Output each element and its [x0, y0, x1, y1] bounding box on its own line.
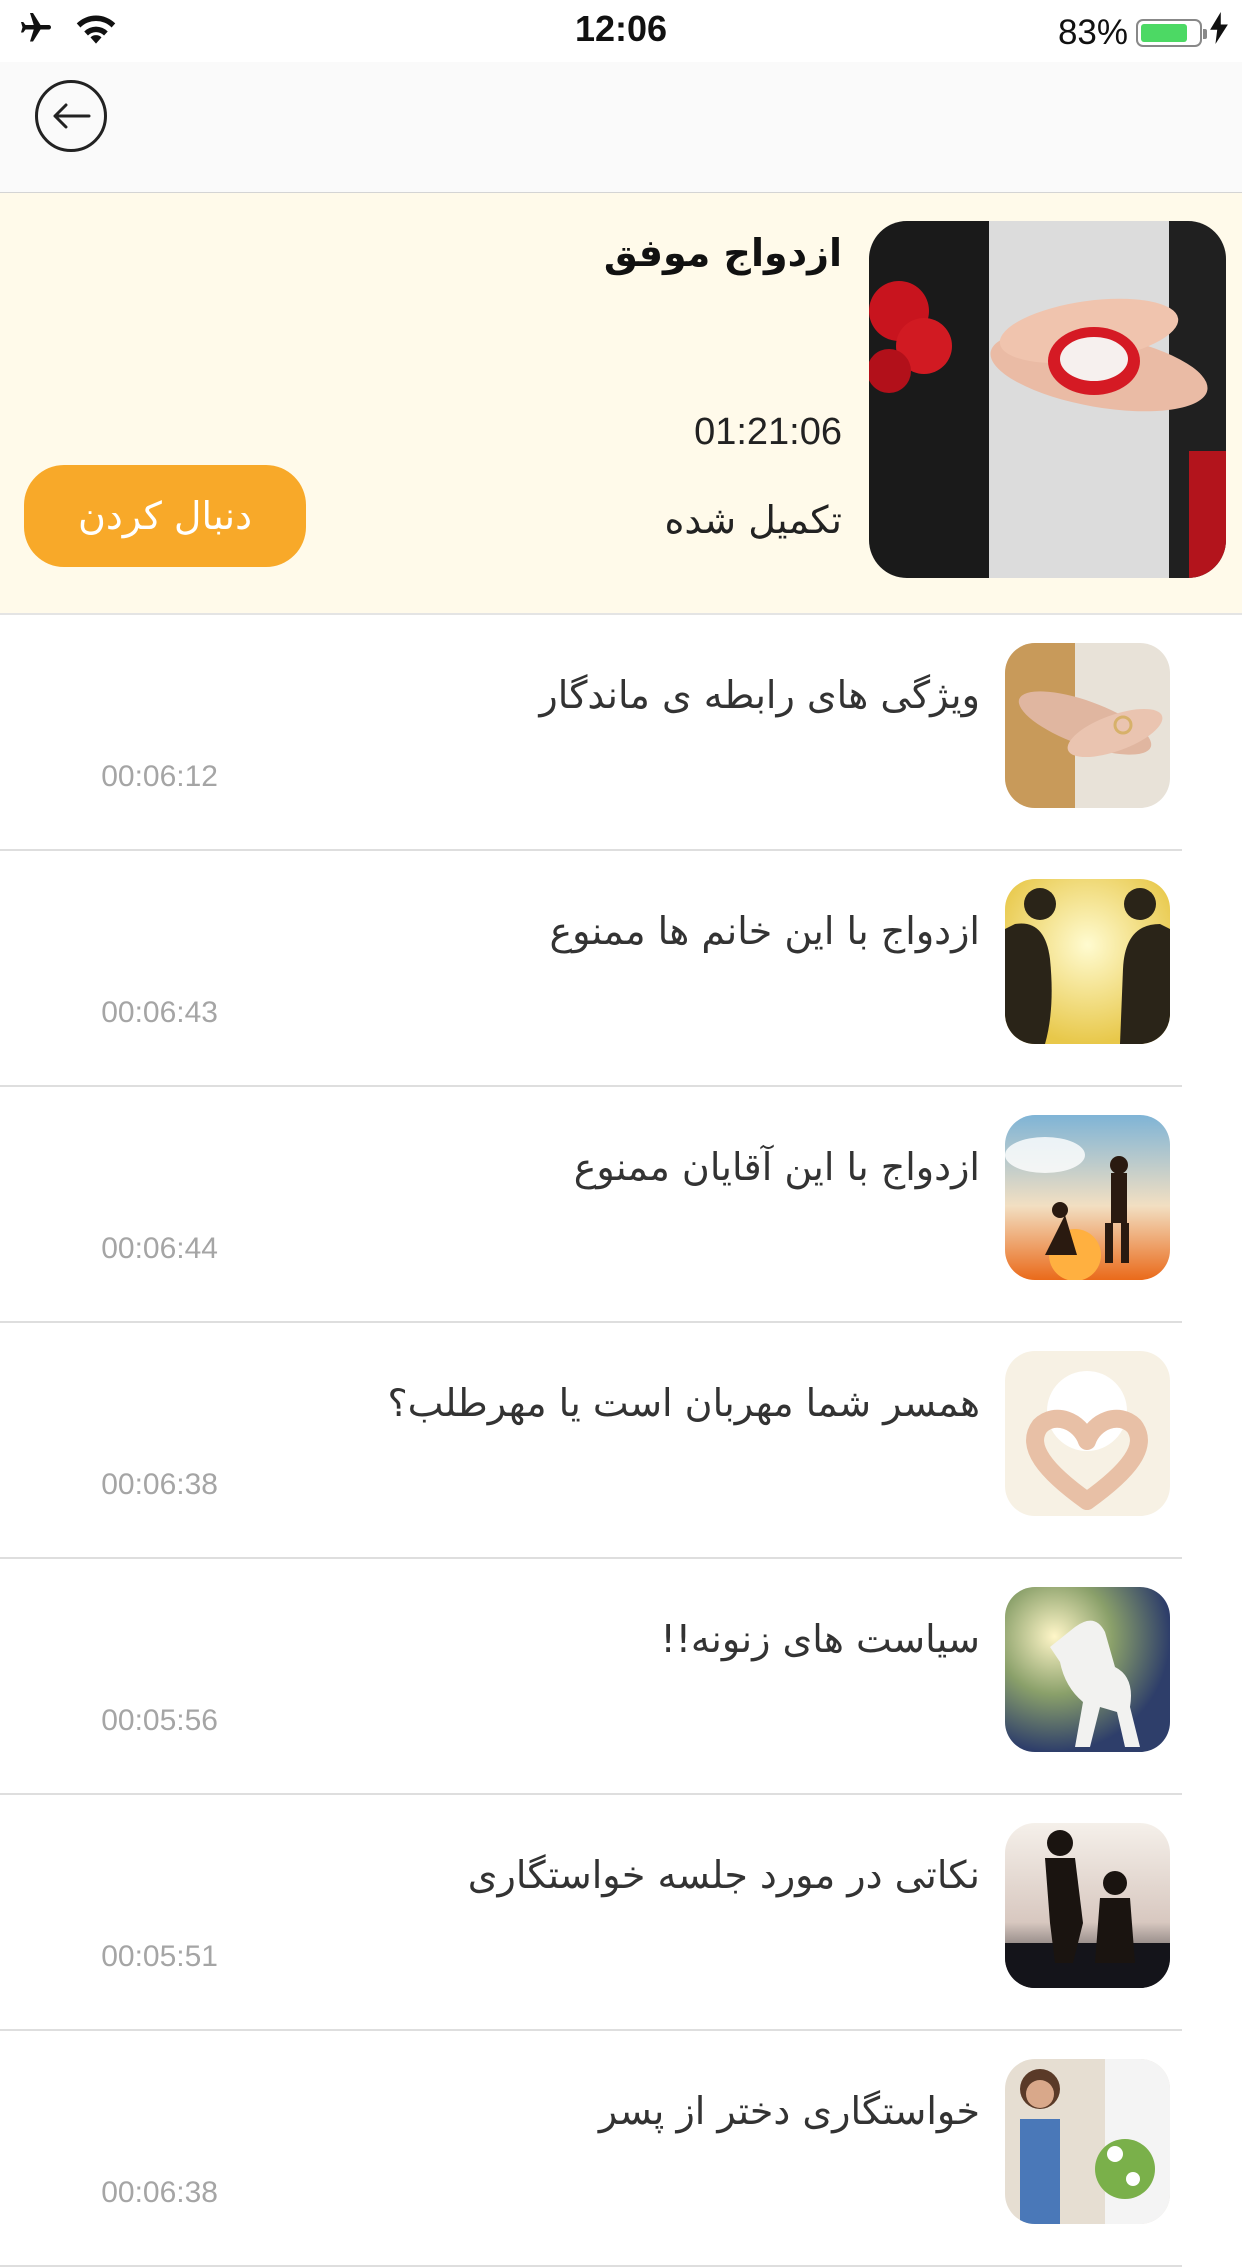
course-title: ازدواج موفق [603, 231, 842, 275]
battery-percent: 83% [1057, 12, 1128, 52]
course-status: تکمیل شده [664, 498, 842, 542]
back-button[interactable] [35, 80, 107, 152]
episode-thumbnail [1005, 1115, 1170, 1280]
episode-title: سیاست های زنونه!! [660, 1617, 980, 1661]
list-item[interactable]: خواستگاری دختر از پسر 00:06:38 [0, 2031, 1242, 2267]
list-item[interactable]: همسر شما مهربان است یا مهرطلب؟ 00:06:38 [0, 1323, 1242, 1559]
episode-duration: 00:05:56 [101, 1704, 218, 1737]
episode-thumbnail [1005, 2059, 1170, 2224]
episode-duration: 00:06:43 [101, 996, 218, 1029]
status-time: 12:06 [574, 8, 668, 49]
course-header: ازدواج موفق 01:21:06 تکمیل شده دنبال کرد… [0, 193, 1242, 615]
episode-duration: 00:06:38 [101, 1468, 218, 1501]
episode-title: نکاتی در مورد جلسه خواستگاری [467, 1853, 980, 1897]
episode-title: همسر شما مهربان است یا مهرطلب؟ [387, 1381, 980, 1425]
episode-title: ازدواج با این آقایان ممنوع [573, 1145, 980, 1189]
episode-thumbnail [1005, 1351, 1170, 1516]
episode-list: ویژگی های رابطه ی ماندگار 00:06:12 ازدوا… [0, 615, 1242, 2267]
charging-bolt-icon [1210, 12, 1228, 53]
episode-title: ازدواج با این خانم ها ممنوع [549, 909, 980, 953]
status-right: 83% [1058, 12, 1228, 53]
episode-title: خواستگاری دختر از پسر [598, 2089, 980, 2133]
battery-fill [1141, 23, 1187, 42]
nav-bar [0, 62, 1242, 194]
list-item[interactable]: سیاست های زنونه!! 00:05:56 [0, 1559, 1242, 1795]
battery-icon [1136, 18, 1207, 47]
list-item[interactable]: نکاتی در مورد جلسه خواستگاری 00:05:51 [0, 1795, 1242, 2031]
episode-title: ویژگی های رابطه ی ماندگار [539, 673, 980, 717]
episode-thumbnail [1005, 1823, 1170, 1988]
list-item[interactable]: ازدواج با این آقایان ممنوع 00:06:44 [0, 1087, 1242, 1323]
course-cover-image [869, 221, 1226, 578]
status-bar: 12:06 83% [0, 0, 1242, 62]
follow-button[interactable]: دنبال کردن [24, 465, 306, 567]
episode-duration: 00:06:12 [101, 760, 218, 793]
list-item[interactable]: ویژگی های رابطه ی ماندگار 00:06:12 [0, 615, 1242, 851]
episode-thumbnail [1005, 1587, 1170, 1752]
episode-duration: 00:06:44 [101, 1232, 218, 1265]
episode-duration: 00:06:38 [101, 2176, 218, 2209]
episode-thumbnail [1005, 643, 1170, 808]
course-duration: 01:21:06 [694, 411, 842, 453]
arrow-left-icon [53, 103, 91, 129]
episode-thumbnail [1005, 879, 1170, 1044]
list-item[interactable]: ازدواج با این خانم ها ممنوع 00:06:43 [0, 851, 1242, 1087]
episode-duration: 00:05:51 [101, 1940, 218, 1973]
